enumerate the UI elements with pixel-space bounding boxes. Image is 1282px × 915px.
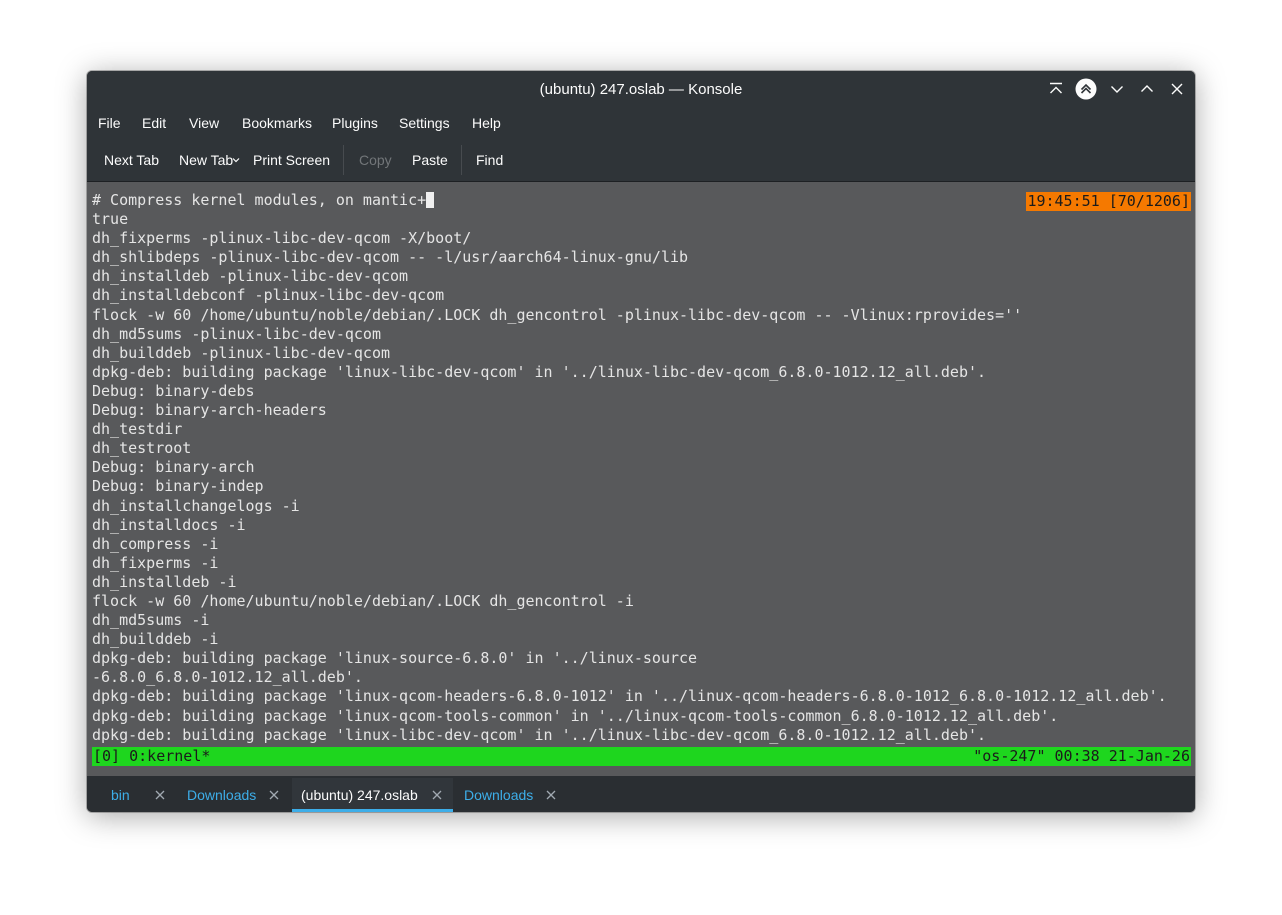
terminal-line: dh_builddeb -i xyxy=(92,630,219,649)
terminal-line: dh_installdeb -i xyxy=(92,572,237,591)
terminal-line: dh_md5sums -plinux-libc-dev-qcom xyxy=(92,324,381,343)
menu-bookmarks[interactable]: Bookmarks xyxy=(242,107,312,139)
menu-help[interactable]: Help xyxy=(472,107,501,139)
terminal-line: Debug: binary-debs xyxy=(92,381,255,400)
terminal-line: dpkg-deb: building package 'linux-libc-d… xyxy=(92,725,987,744)
find-button[interactable]: Find xyxy=(476,139,503,181)
menu-bar: File Edit View Bookmarks Plugins Setting… xyxy=(87,107,1195,139)
window-title: (ubuntu) 247.oslab — Konsole xyxy=(539,81,743,98)
paste-button[interactable]: Paste xyxy=(412,139,448,181)
print-screen-button[interactable]: Print Screen xyxy=(253,139,330,181)
tab-downloads-2[interactable]: Downloads xyxy=(454,778,568,812)
tmux-host-time: "os-247" 00:38 21-Jan-26 xyxy=(973,747,1190,765)
terminal-line: Debug: binary-arch xyxy=(92,458,255,477)
menu-settings[interactable]: Settings xyxy=(399,107,450,139)
shade-button[interactable] xyxy=(1075,78,1097,100)
close-icon xyxy=(1171,83,1183,95)
terminal-line: -6.8.0_6.8.0-1012.12_all.deb'. xyxy=(92,668,363,687)
next-tab-button[interactable]: Next Tab xyxy=(104,139,159,181)
close-icon[interactable] xyxy=(545,789,557,801)
terminal-line: dh_installdocs -i xyxy=(92,515,246,534)
text-cursor xyxy=(426,192,435,208)
terminal-line: dh_shlibdeps -plinux-libc-dev-qcom -- -l… xyxy=(92,248,689,267)
copy-button[interactable]: Copy xyxy=(359,139,392,181)
menu-plugins[interactable]: Plugins xyxy=(332,107,378,139)
close-icon[interactable] xyxy=(154,789,166,801)
shade-icon xyxy=(1075,78,1097,100)
chevron-up-icon xyxy=(1141,85,1153,92)
chevron-down-icon[interactable] xyxy=(232,157,240,163)
tmux-window-list: [0] 0:kernel* xyxy=(93,747,211,765)
close-icon[interactable] xyxy=(268,789,280,801)
toolbar-separator xyxy=(461,145,462,175)
terminal-output: # Compress kernel modules, on mantic+ tr… xyxy=(92,191,1191,745)
tab-label: Downloads xyxy=(187,787,257,803)
tab-label: Downloads xyxy=(464,787,534,803)
maximize-button[interactable] xyxy=(1137,79,1157,99)
terminal-line: dpkg-deb: building package 'linux-source… xyxy=(92,649,698,668)
tab-downloads[interactable]: Downloads xyxy=(175,778,291,812)
terminal-line-text: # Compress kernel modules, on mantic+ xyxy=(92,191,427,209)
terminal-line: dh_fixperms -i xyxy=(92,553,219,572)
menu-edit[interactable]: Edit xyxy=(142,107,166,139)
terminal-line: dpkg-deb: building package 'linux-qcom-h… xyxy=(92,687,1167,706)
tab-bar: bin Downloads (ubuntu) 247.oslab Downloa… xyxy=(87,776,1195,812)
tmux-status-bar: [0] 0:kernel* "os-247" 00:38 21-Jan-26 xyxy=(92,747,1191,766)
tmux-clock-badge: 19:45:51 [70/1206] xyxy=(1026,192,1191,211)
terminal-line: Debug: binary-arch-headers xyxy=(92,401,327,420)
terminal-line: flock -w 60 /home/ubuntu/noble/debian/.L… xyxy=(92,305,1023,324)
konsole-window: (ubuntu) 247.oslab — Konsole File Edit V… xyxy=(87,71,1195,812)
terminal-line: dh_fixperms -plinux-libc-dev-qcom -X/boo… xyxy=(92,229,472,248)
tab-label: (ubuntu) 247.oslab xyxy=(301,787,418,803)
terminal-line: dpkg-deb: building package 'linux-libc-d… xyxy=(92,362,987,381)
active-tab-indicator xyxy=(292,809,453,812)
terminal-line: true xyxy=(92,210,129,229)
tab-ubuntu-247-oslab[interactable]: (ubuntu) 247.oslab xyxy=(292,778,453,812)
terminal-line: dpkg-deb: building package 'linux-qcom-t… xyxy=(92,706,1059,725)
terminal-line: dh_installdeb -plinux-libc-dev-qcom xyxy=(92,267,409,286)
terminal-line: Debug: binary-indep xyxy=(92,477,264,496)
title-bar[interactable]: (ubuntu) 247.oslab — Konsole xyxy=(87,71,1195,107)
terminal-line: dh_installchangelogs -i xyxy=(92,496,300,515)
terminal-line: dh_installdebconf -plinux-libc-dev-qcom xyxy=(92,286,445,305)
close-button[interactable] xyxy=(1167,79,1187,99)
keep-above-button[interactable] xyxy=(1046,79,1066,99)
keep-above-icon xyxy=(1050,82,1062,94)
close-icon[interactable] xyxy=(431,789,443,801)
chevron-down-icon xyxy=(1111,86,1123,93)
menu-view[interactable]: View xyxy=(189,107,219,139)
terminal-line: dh_builddeb -plinux-libc-dev-qcom xyxy=(92,343,391,362)
menu-file[interactable]: File xyxy=(98,107,121,139)
terminal-line: flock -w 60 /home/ubuntu/noble/debian/.L… xyxy=(92,591,634,610)
terminal-line: dh_testdir xyxy=(92,420,183,439)
toolbar-separator xyxy=(343,145,344,175)
new-tab-button[interactable]: New Tab xyxy=(179,139,233,181)
terminal-line: dh_md5sums -i xyxy=(92,611,210,630)
terminal-view[interactable]: # Compress kernel modules, on mantic+ tr… xyxy=(87,182,1195,776)
terminal-line: dh_testroot xyxy=(92,439,192,458)
terminal-line: dh_compress -i xyxy=(92,534,219,553)
toolbar: Next Tab New Tab Print Screen Copy Paste… xyxy=(87,139,1195,182)
minimize-button[interactable] xyxy=(1107,79,1127,99)
tab-label: bin xyxy=(111,787,130,803)
